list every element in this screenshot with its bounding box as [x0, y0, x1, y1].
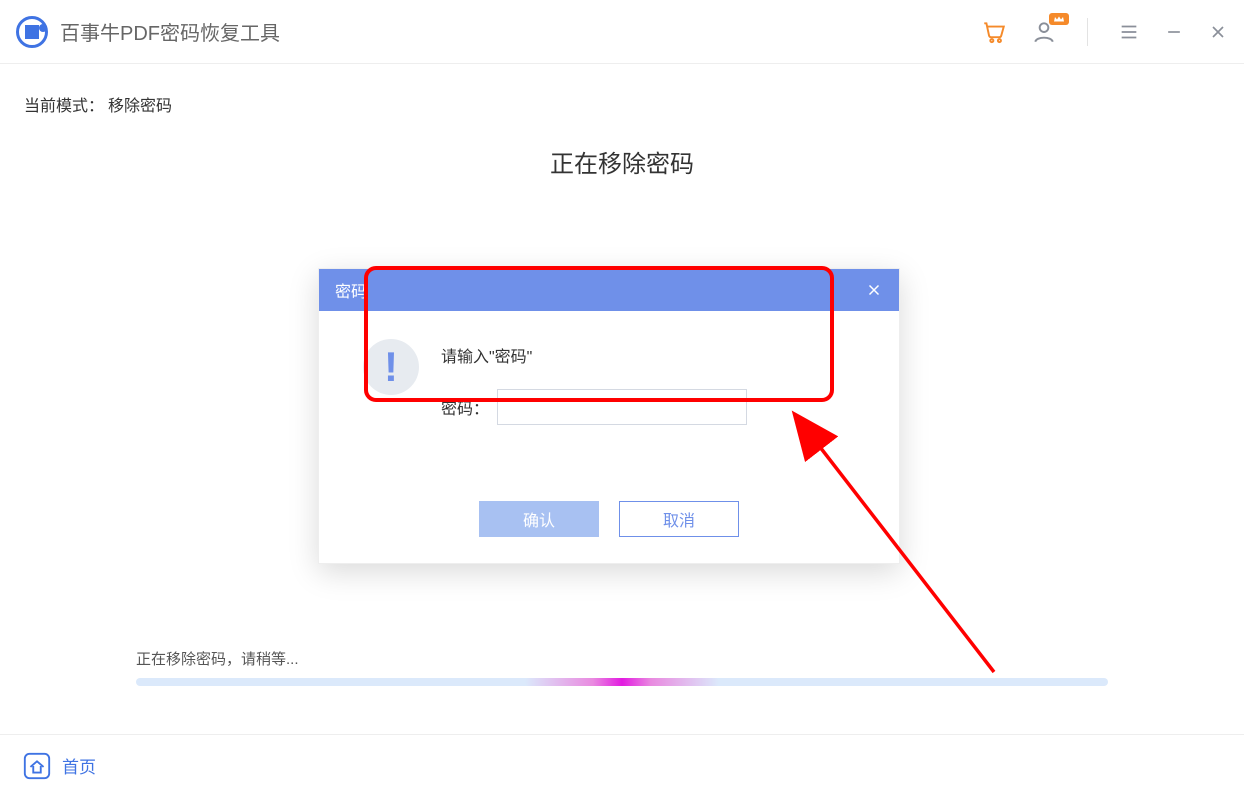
content-area: 当前模式：移除密码 正在移除密码 正在移除密码，请稍等... 密码 ! 请输入"…	[0, 64, 1244, 734]
cart-icon[interactable]	[981, 19, 1007, 45]
home-label: 首页	[62, 753, 96, 778]
footer: 首页	[0, 734, 1244, 796]
dialog-prompt: 请输入"密码"	[441, 343, 855, 367]
status-text: 正在移除密码，请稍等...	[136, 648, 299, 669]
titlebar: 百事牛PDF密码恢复工具	[0, 0, 1244, 64]
app-title: 百事牛PDF密码恢复工具	[60, 17, 280, 46]
dialog-title: 密码	[335, 278, 367, 302]
password-dialog: 密码 ! 请输入"密码" 密码： 确认 取消	[318, 268, 900, 564]
dialog-header: 密码	[319, 269, 899, 311]
progress-indicator	[525, 678, 719, 686]
password-input[interactable]	[497, 389, 747, 425]
user-icon[interactable]	[1031, 19, 1057, 45]
exclamation-icon: !	[363, 339, 419, 395]
password-label: 密码：	[441, 395, 489, 419]
vip-badge-icon	[1049, 13, 1069, 25]
progress-bar	[136, 678, 1108, 686]
dialog-close-icon[interactable]	[865, 281, 883, 299]
menu-icon[interactable]	[1118, 21, 1140, 43]
mode-label: 当前模式：	[24, 98, 104, 115]
dialog-body: ! 请输入"密码" 密码：	[319, 311, 899, 425]
close-icon[interactable]	[1208, 22, 1228, 42]
mode-value: 移除密码	[108, 98, 172, 115]
confirm-button[interactable]: 确认	[479, 501, 599, 537]
titlebar-actions	[981, 18, 1228, 46]
divider	[1087, 18, 1088, 46]
page-heading: 正在移除密码	[20, 144, 1224, 179]
mode-row: 当前模式：移除密码	[20, 64, 1224, 116]
cancel-button[interactable]: 取消	[619, 501, 739, 537]
home-button[interactable]: 首页	[22, 751, 96, 781]
dialog-buttons: 确认 取消	[319, 501, 899, 537]
app-logo	[16, 16, 48, 48]
minimize-icon[interactable]	[1164, 22, 1184, 42]
